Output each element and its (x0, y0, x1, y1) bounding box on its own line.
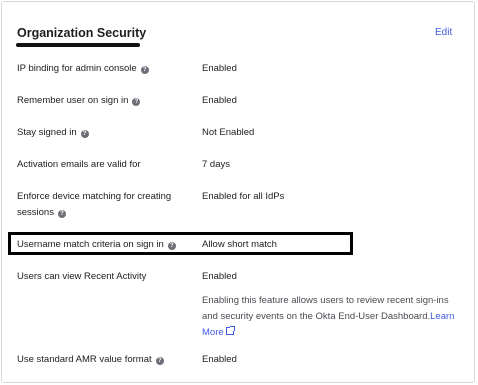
setting-value-text: Enabled (202, 271, 237, 282)
help-icon[interactable]: ? (155, 357, 164, 365)
section-title: Organization Security (17, 26, 147, 40)
setting-label: IP binding for admin console? (17, 61, 192, 77)
setting-label: Remember user on sign in? (17, 93, 192, 109)
highlight-box (8, 232, 353, 255)
external-link-icon (225, 326, 235, 335)
setting-value: Enabled (202, 354, 237, 365)
setting-label-text: Stay signed in (17, 127, 77, 138)
setting-label: Users can view Recent Activity (17, 269, 192, 285)
organization-security-panel: Organization Security Edit IP binding fo… (1, 1, 475, 383)
setting-description: Enabling this feature allows users to re… (202, 293, 467, 341)
setting-label-text: IP binding for admin console (17, 63, 137, 74)
help-icon[interactable]: ? (140, 66, 149, 74)
setting-label-text: Users can view Recent Activity (17, 271, 147, 282)
title-underline (16, 43, 140, 47)
setting-label: Use standard AMR value format? (17, 352, 192, 368)
setting-value: Enabled Enabling this feature allows use… (202, 269, 467, 341)
setting-value: Not Enabled (202, 127, 255, 138)
setting-label: Activation emails are valid for (17, 157, 192, 173)
setting-value: Enabled (202, 95, 237, 106)
setting-value: 7 days (202, 159, 230, 170)
edit-link[interactable]: Edit (435, 27, 452, 38)
setting-value: Enabled (202, 63, 237, 74)
setting-label-text: Use standard AMR value format (17, 354, 152, 365)
setting-label: Stay signed in? (17, 125, 192, 141)
setting-value: Enabled for all IdPs (202, 191, 285, 202)
setting-label-text: Enforce device matching for creating ses… (17, 191, 172, 218)
setting-label-text: Remember user on sign in (17, 95, 129, 106)
help-icon[interactable]: ? (80, 130, 89, 138)
setting-label-text: Activation emails are valid for (17, 159, 141, 170)
setting-label: Enforce device matching for creating ses… (17, 189, 192, 221)
description-text: Enabling this feature allows users to re… (202, 295, 449, 322)
help-icon[interactable]: ? (57, 210, 66, 218)
help-icon[interactable]: ? (132, 98, 141, 106)
